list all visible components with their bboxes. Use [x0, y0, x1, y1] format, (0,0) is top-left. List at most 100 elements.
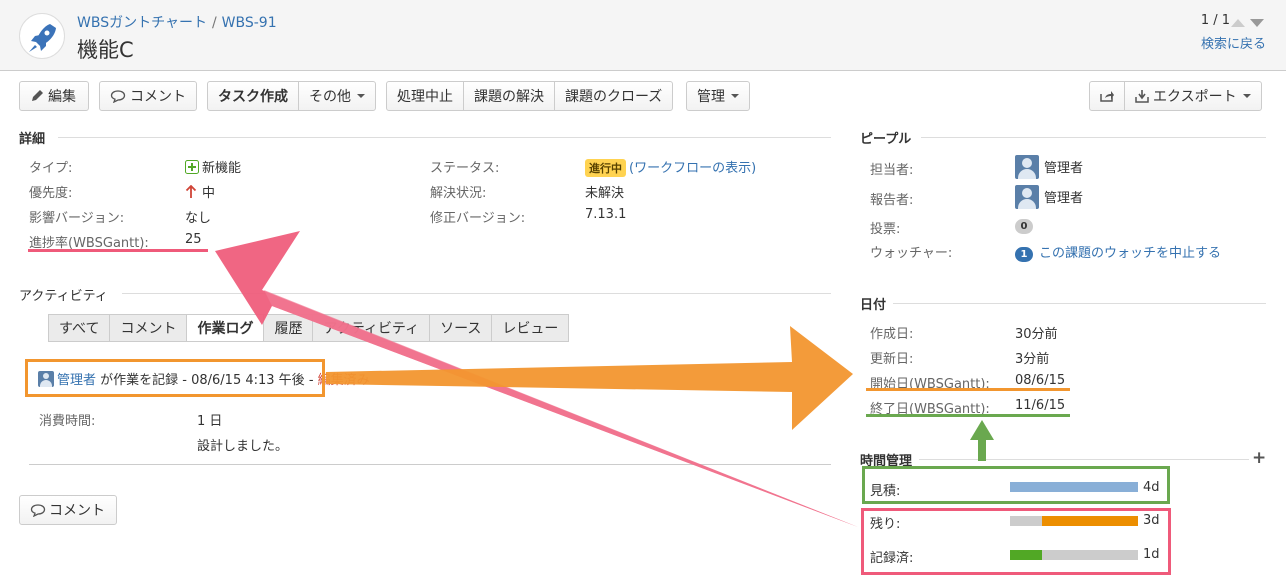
speech-bubble-icon	[30, 504, 46, 517]
transition-button-group: 処理中止 課題の解決 課題のクローズ	[386, 81, 674, 111]
activity-tabs: すべて コメント 作業ログ 履歴 アクティビティ ソース レビュー	[48, 314, 570, 342]
chevron-down-icon	[357, 94, 365, 98]
admin-dropdown[interactable]: 管理	[687, 82, 749, 110]
pencil-icon	[32, 90, 43, 101]
fix-version-link[interactable]: 7.13.1	[585, 207, 626, 222]
assignee-name[interactable]: 管理者	[1044, 161, 1083, 176]
add-worklog-icon[interactable]: +	[1252, 448, 1266, 468]
start-date-underline-annotation	[866, 388, 1070, 391]
assignee-value: 管理者	[1015, 155, 1083, 179]
issue-header: WBSガントチャート / WBS-91 機能C 1 / 1 検索に戻る	[0, 0, 1286, 71]
user-avatar-icon	[1015, 185, 1039, 209]
estimate-highlight-box	[862, 466, 1170, 504]
tab-all[interactable]: すべて	[49, 315, 111, 341]
dates-divider	[893, 303, 1266, 304]
back-to-search-link[interactable]: 検索に戻る	[1201, 33, 1266, 52]
edit-button[interactable]: 編集	[19, 81, 89, 111]
export-dropdown-label: エクスポート	[1153, 89, 1237, 105]
tab-activity[interactable]: アクティビティ	[313, 315, 431, 341]
resolution-label: 解決状況:	[430, 186, 487, 201]
workflow-button-group: タスク作成 その他	[207, 81, 376, 111]
end-date-underline-annotation	[866, 414, 1070, 417]
export-dropdown[interactable]: エクスポート	[1125, 82, 1261, 110]
share-button[interactable]	[1090, 82, 1125, 110]
reporter-name[interactable]: 管理者	[1044, 191, 1083, 206]
worklog-edited-flag: 編集済み	[317, 373, 370, 388]
add-comment-button-label: コメント	[49, 503, 105, 519]
resolution-value: 未解決	[585, 186, 625, 201]
priority-label: 優先度:	[29, 186, 73, 201]
pager-arrows	[1230, 17, 1266, 32]
create-task-button[interactable]: タスク作成	[208, 82, 299, 110]
created-label: 作成日:	[870, 327, 914, 342]
next-issue-icon[interactable]	[1250, 19, 1264, 27]
share-icon	[1100, 91, 1114, 102]
new-feature-icon	[185, 160, 199, 174]
updated-value: 3分前	[1015, 352, 1050, 367]
progress-value: 25	[185, 232, 202, 247]
time-tracking-divider	[919, 459, 1249, 460]
green-arrow-annotation	[970, 420, 994, 461]
time-spent-value: 1 日	[197, 414, 223, 429]
tab-worklog[interactable]: 作業ログ	[187, 315, 265, 341]
assignee-label: 担当者:	[870, 163, 914, 178]
add-comment-button[interactable]: コメント	[19, 495, 117, 525]
edit-button-label: 編集	[48, 89, 76, 105]
start-date-value: 08/6/15	[1015, 373, 1066, 388]
breadcrumb-project[interactable]: WBSガントチャート	[77, 15, 207, 31]
comment-button-label: コメント	[130, 89, 186, 105]
view-workflow-link[interactable]: (ワークフローの表示)	[629, 161, 756, 176]
type-value: 新機能	[185, 157, 241, 176]
progress-underline-annotation	[28, 249, 208, 252]
admin-dropdown-label: 管理	[697, 89, 725, 105]
reporter-label: 報告者:	[870, 193, 914, 208]
affects-version-label: 影響バージョン:	[29, 211, 125, 226]
download-icon	[1135, 90, 1149, 103]
previous-issue-icon[interactable]	[1231, 19, 1245, 27]
created-value: 30分前	[1015, 327, 1058, 342]
details-heading: 詳細	[19, 132, 46, 147]
worklog-highlight-box	[25, 359, 325, 397]
status-label: ステータス:	[430, 161, 500, 176]
stop-watching-link[interactable]: この課題のウォッチを中止する	[1039, 246, 1221, 261]
tab-review[interactable]: レビュー	[492, 315, 568, 341]
share-export-group: エクスポート	[1089, 81, 1262, 111]
activity-divider	[122, 293, 831, 294]
breadcrumb-issue-key[interactable]: WBS-91	[222, 15, 277, 31]
tab-history[interactable]: 履歴	[264, 315, 314, 341]
worklog-divider	[29, 464, 831, 465]
close-issue-button[interactable]: 課題のクローズ	[555, 82, 672, 110]
reporter-value: 管理者	[1015, 185, 1083, 209]
arrow-up-icon	[185, 184, 197, 198]
time-spent-label: 消費時間:	[39, 414, 96, 429]
votes-value: 0	[1015, 218, 1039, 234]
comment-button[interactable]: コメント	[99, 81, 197, 111]
pager-count: 1 / 1	[1200, 13, 1230, 28]
remaining-logged-highlight-box	[861, 508, 1171, 575]
breadcrumb-separator: /	[211, 15, 217, 31]
fix-version-label: 修正バージョン:	[430, 211, 526, 226]
admin-button-group: 管理	[686, 81, 750, 111]
watchers-label: ウォッチャー:	[870, 246, 953, 261]
resolve-issue-button[interactable]: 課題の解決	[464, 82, 555, 110]
updated-label: 更新日:	[870, 352, 914, 367]
type-value-text: 新機能	[202, 161, 242, 176]
breadcrumb: WBSガントチャート / WBS-91	[77, 12, 277, 32]
tab-source[interactable]: ソース	[430, 315, 493, 341]
priority-value: 中	[185, 182, 215, 201]
votes-count-badge[interactable]: 0	[1015, 219, 1033, 234]
people-divider	[921, 137, 1266, 138]
tab-comment[interactable]: コメント	[110, 315, 188, 341]
page-title: 機能C	[77, 38, 134, 62]
more-dropdown[interactable]: その他	[299, 82, 375, 110]
rocket-icon[interactable]	[19, 13, 65, 59]
stop-progress-button[interactable]: 処理中止	[387, 82, 464, 110]
chevron-down-icon	[1242, 94, 1251, 98]
priority-value-text: 中	[202, 186, 216, 201]
watchers-count-badge[interactable]: 1	[1015, 247, 1033, 262]
activity-heading: アクティビティ	[19, 289, 108, 304]
chevron-down-icon	[731, 94, 739, 98]
speech-bubble-icon	[110, 90, 126, 103]
more-dropdown-label: その他	[309, 89, 351, 105]
votes-label: 投票:	[870, 222, 901, 237]
